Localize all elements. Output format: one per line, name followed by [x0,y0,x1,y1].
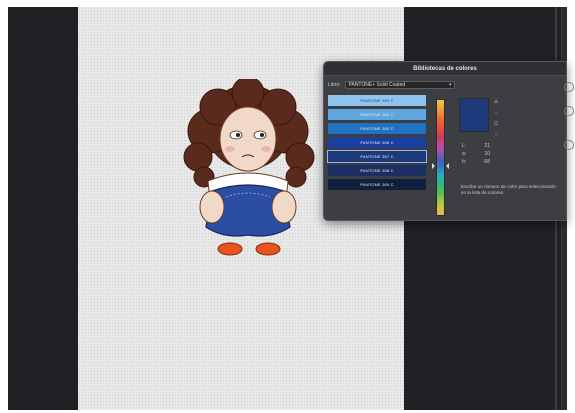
hint-text: Escribe un número de color para seleccio… [461,184,556,195]
library-value: PANTONE+ Solid Coated [348,82,406,88]
spectrum-marker[interactable] [432,163,449,169]
cancel-button[interactable] [564,106,574,116]
ok-button[interactable] [564,82,574,92]
library-label: Libro: [328,82,341,88]
picker-button[interactable] [564,140,574,150]
chevron-down-icon: ▾ [449,82,452,88]
library-row: Libro: PANTONE+ Solid Coated ▾ [328,80,455,90]
hue-spectrum-slider[interactable] [436,99,445,216]
swatch-item[interactable]: PANTONE 283 C [328,95,426,106]
swatch-item[interactable]: PANTONE 286 C [328,137,426,148]
lab-values: L: 21 a: 10 b: -58 [462,142,490,166]
out-of-gamut-swatch-icon[interactable]: ▫ [492,110,500,116]
dialog-title: Bibliotecas de colores [324,62,566,76]
right-shoe [255,242,281,256]
color-libraries-dialog: Bibliotecas de colores Libro: PANTONE+ S… [323,61,574,221]
gamut-warning-icon[interactable]: ⚠ [492,99,500,105]
marker-right-icon [446,163,449,169]
swatch-item[interactable]: PANTONE 289 C [328,179,426,190]
color-preview [459,98,489,132]
left-shoe [217,242,243,256]
web-safe-swatch-icon[interactable]: ▫ [492,132,500,138]
swatch-item[interactable]: PANTONE 288 C [328,165,426,176]
girl-illustration [183,79,315,256]
marker-left-icon [432,163,435,169]
face [219,106,277,172]
preview-icons: ⚠ ▫ ⬡ ▫ [492,99,500,143]
lab-row-a: a: 10 [462,151,490,157]
swatch-item[interactable]: PANTONE 287 C [327,150,427,163]
lab-row-l: L: 21 [462,143,490,149]
swatch-item[interactable]: PANTONE 284 C [328,109,426,120]
library-select[interactable]: PANTONE+ Solid Coated ▾ [344,81,455,89]
lab-row-b: b: -58 [462,159,490,165]
web-safe-icon[interactable]: ⬡ [492,121,500,127]
swatch-list: PANTONE 283 C PANTONE 284 C PANTONE 285 … [327,95,427,193]
swatch-item[interactable]: PANTONE 285 C [328,123,426,134]
